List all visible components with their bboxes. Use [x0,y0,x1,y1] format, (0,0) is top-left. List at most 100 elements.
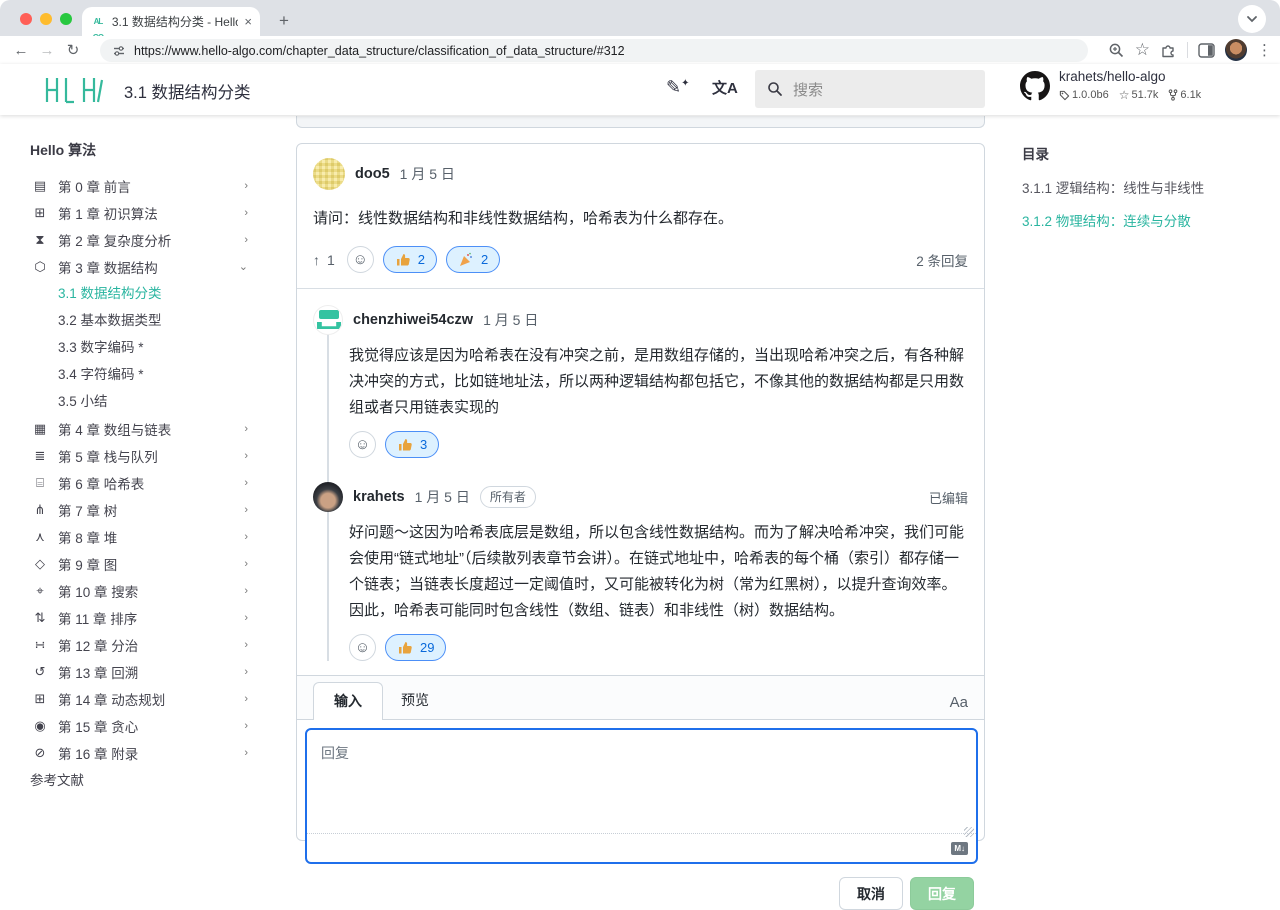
toc-item-3-1-1[interactable]: 3.1.1 逻辑结构：线性与非线性 [1022,177,1262,197]
reply-date[interactable]: 1 月 5 日 [483,310,538,330]
reaction-thumbs-up[interactable]: 29 [385,634,446,661]
address-bar[interactable]: https://www.hello-algo.com/chapter_data_… [100,39,1088,62]
sidebar-item-chapter-3[interactable]: ⬡第 3 章 数据结构⌄ [30,253,280,280]
toc-item-3-1-2[interactable]: 3.1.2 物理结构：连续与分散 [1022,210,1262,230]
avatar[interactable] [313,158,345,190]
site-header: 3.1 数据结构分类 ✎✦ 文A 搜索 krahets/hello-algo 1… [0,64,1280,115]
sidebar-item-chapter-8[interactable]: ⋏第 8 章 堆› [30,523,280,550]
sidebar-item-chapter-7[interactable]: ⋔第 7 章 树› [30,496,280,523]
comment-author[interactable]: doo5 [355,166,390,182]
forward-button[interactable]: → [34,42,60,59]
theme-toggle-icon[interactable]: ✎✦ [666,77,689,98]
sidebar-item-chapter-14[interactable]: ⊞第 14 章 动态规划› [30,685,280,712]
bookmark-star-icon[interactable]: ☆ [1135,40,1150,60]
fullscreen-window-button[interactable] [60,13,72,25]
browser-menu-kebab-icon[interactable]: ⋮ [1257,41,1272,59]
chevron-right-icon[interactable]: › [244,585,248,597]
chevron-right-icon[interactable]: › [244,477,248,489]
window-chevron-button[interactable] [1238,5,1266,33]
sidebar-item-chapter-10[interactable]: ⌖第 10 章 搜索› [30,577,280,604]
browser-tab[interactable]: ALGO 3.1 数据结构分类 - Hello 算法 × [82,7,260,36]
reply-author[interactable]: krahets [353,489,405,505]
search-input[interactable]: 搜索 [755,70,985,108]
tab-close-icon[interactable]: × [244,14,252,29]
reload-button[interactable]: ↻ [60,41,86,59]
reply-textarea[interactable] [307,730,976,834]
cancel-button[interactable]: 取消 [839,877,903,910]
extensions-puzzle-icon[interactable] [1160,42,1177,59]
reply-date[interactable]: 1 月 5 日 [415,487,470,507]
chevron-right-icon[interactable]: › [244,693,248,705]
sidebar-item-chapter-5[interactable]: ≣第 5 章 栈与队列› [30,442,280,469]
chevron-right-icon[interactable]: › [244,639,248,651]
chevron-right-icon[interactable]: › [244,558,248,570]
upvote-button[interactable]: ↑1 [313,252,335,268]
resize-grip[interactable] [964,827,974,837]
tab-preview[interactable]: 预览 [383,682,447,719]
chevron-right-icon[interactable]: › [244,612,248,624]
chevron-right-icon[interactable]: › [244,423,248,435]
add-reaction-button[interactable]: ☺ [347,246,374,273]
chevron-right-icon[interactable]: › [244,234,248,246]
sidebar-item-chapter-0[interactable]: ▤第 0 章 前言› [30,172,280,199]
comment-date[interactable]: 1 月 5 日 [400,164,455,184]
sidebar-item-section-3-5[interactable]: 3.5 小结 [30,388,280,415]
github-icon [1020,71,1050,101]
sidebar-item-references[interactable]: 参考文献 [30,767,280,794]
replies-count-label: 2 条回复 [916,250,968,270]
reaction-party[interactable]: 2 [446,246,500,273]
side-panel-icon[interactable] [1198,43,1215,58]
chevron-down-icon[interactable]: ⌄ [239,260,248,273]
markdown-icon[interactable]: M↓ [951,842,968,855]
edited-label: 已编辑 [929,488,968,507]
sidebar-item-chapter-15[interactable]: ◉第 15 章 贪心› [30,712,280,739]
close-window-button[interactable] [20,13,32,25]
sidebar-item-section-3-3[interactable]: 3.3 数字编码 * [30,334,280,361]
chevron-right-icon[interactable]: › [244,207,248,219]
avatar[interactable] [313,482,343,512]
reply-submit-button[interactable]: 回复 [910,877,974,910]
reaction-thumbs-up[interactable]: 3 [385,431,439,458]
back-button[interactable]: ← [8,42,34,59]
zoom-icon[interactable] [1108,42,1125,59]
sidebar-item-chapter-1[interactable]: ⊞第 1 章 初识算法› [30,199,280,226]
sidebar-item-chapter-9[interactable]: ◇第 9 章 图› [30,550,280,577]
tab-write[interactable]: 输入 [313,682,383,720]
sidebar-item-chapter-4[interactable]: ▦第 4 章 数组与链表› [30,415,280,442]
chevron-right-icon[interactable]: › [244,531,248,543]
search-icon [767,81,783,97]
translate-icon[interactable]: 文A [712,77,738,98]
sort-icon: ⇅ [30,610,50,626]
shapes-icon: ⬡ [30,259,50,275]
chevron-right-icon[interactable]: › [244,666,248,678]
replies-section: chenzhiwei54czw 1 月 5 日 我觉得应该是因为哈希表在没有冲突… [297,289,984,661]
browser-profile-avatar[interactable] [1225,39,1247,61]
hello-algo-logo[interactable] [44,76,108,104]
chevron-right-icon[interactable]: › [244,180,248,192]
sidebar-item-section-3-2[interactable]: 3.2 基本数据类型 [30,307,280,334]
chevron-right-icon[interactable]: › [244,720,248,732]
new-tab-button[interactable]: + [272,9,296,33]
chevron-right-icon[interactable]: › [244,450,248,462]
sidebar-item-chapter-13[interactable]: ↺第 13 章 回溯› [30,658,280,685]
chevron-right-icon[interactable]: › [244,747,248,759]
chevron-right-icon[interactable]: › [244,504,248,516]
reaction-thumbs-up[interactable]: 2 [383,246,437,273]
add-reaction-button[interactable]: ☺ [349,431,376,458]
page-title: 3.1 数据结构分类 [124,79,251,103]
minimize-window-button[interactable] [40,13,52,25]
search-chapter-icon: ⌖ [30,583,50,599]
sidebar-item-chapter-11[interactable]: ⇅第 11 章 排序› [30,604,280,631]
reply-author[interactable]: chenzhiwei54czw [353,312,473,328]
github-repo-link[interactable]: krahets/hello-algo 1.0.0b6 ☆51.7k 6.1k [1020,69,1201,102]
sidebar-item-section-3-1[interactable]: 3.1 数据结构分类 [30,280,280,307]
sidebar-item-chapter-6[interactable]: ⌸第 6 章 哈希表› [30,469,280,496]
add-reaction-button[interactable]: ☺ [349,634,376,661]
sidebar-item-chapter-2[interactable]: ⧗第 2 章 复杂度分析› [30,226,280,253]
sidebar-item-chapter-12[interactable]: ∺第 12 章 分治› [30,631,280,658]
sidebar-item-section-3-4[interactable]: 3.4 字符编码 * [30,361,280,388]
avatar[interactable] [313,305,343,335]
site-settings-icon[interactable] [112,44,126,58]
sidebar-item-chapter-16[interactable]: ⊘第 16 章 附录› [30,739,280,766]
text-format-icon[interactable]: Aa [950,694,968,719]
